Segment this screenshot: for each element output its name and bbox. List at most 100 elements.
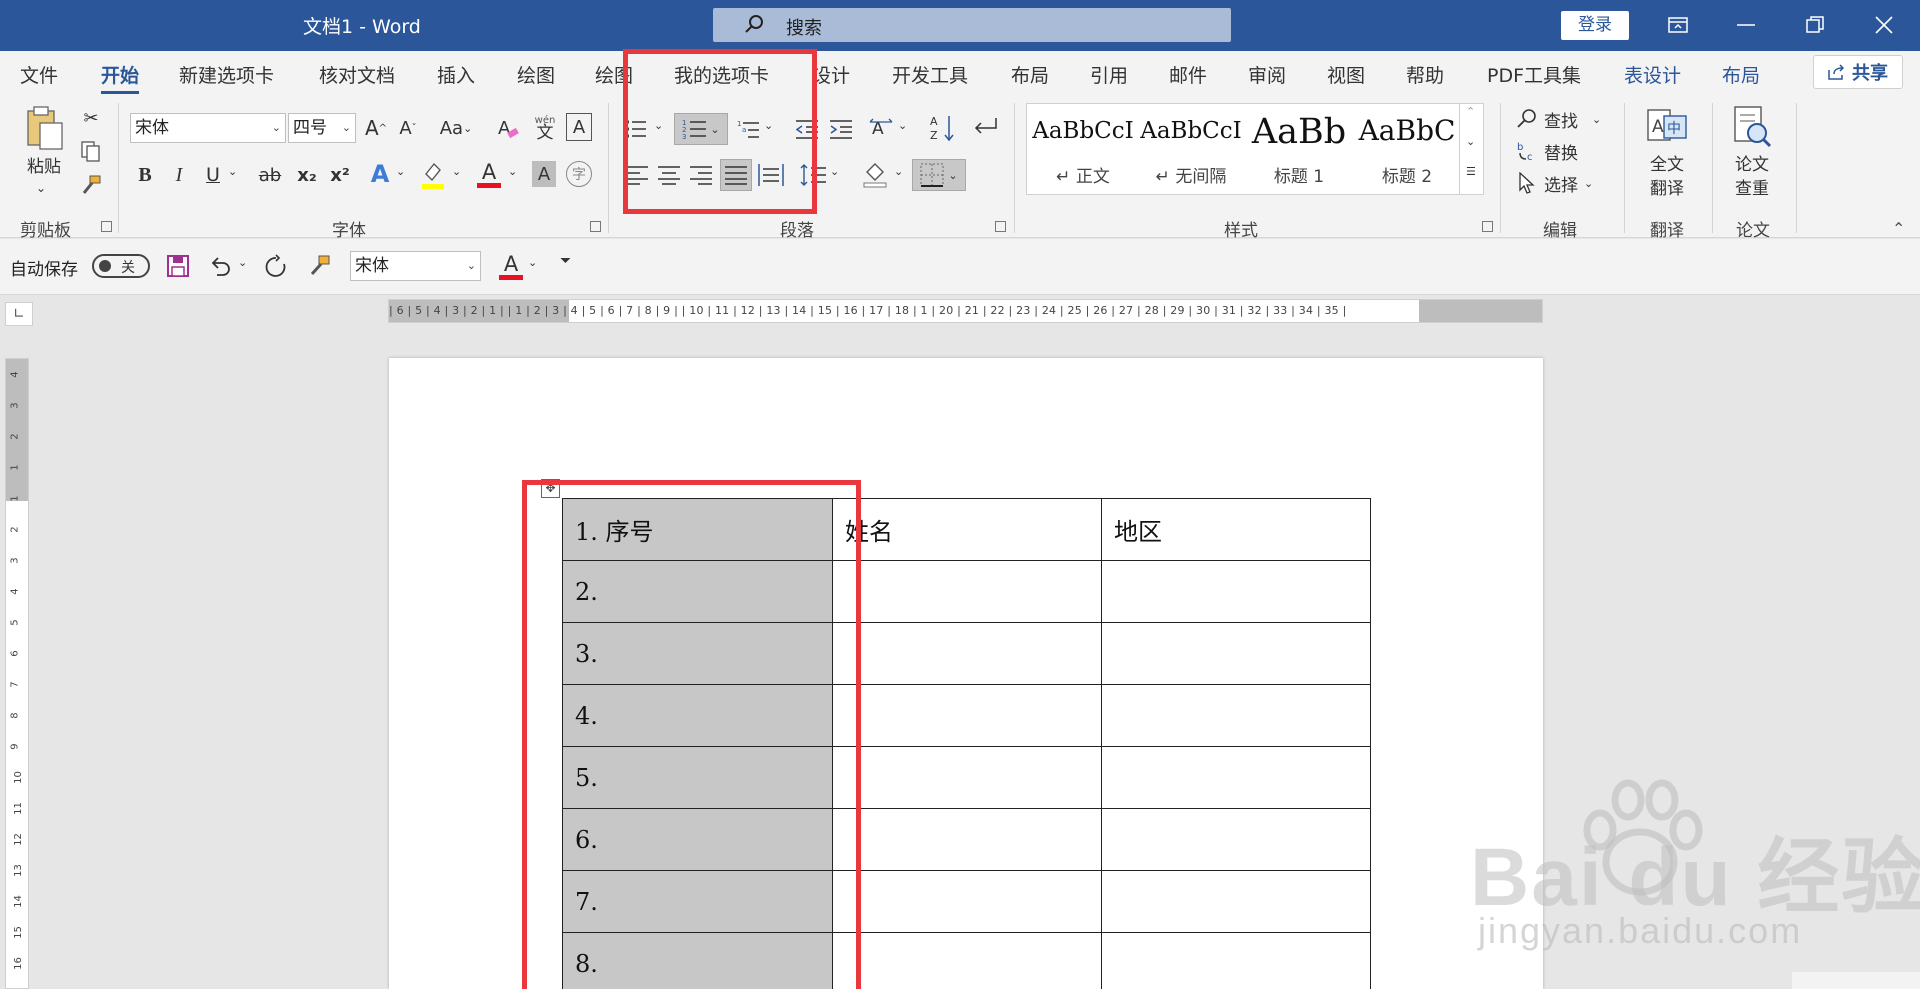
table-cell[interactable] xyxy=(1101,622,1371,685)
table-cell[interactable]: 5. xyxy=(562,746,833,809)
subscript-button[interactable]: x₂ xyxy=(293,161,321,189)
chevron-down-icon[interactable]: ⌄ xyxy=(830,165,839,178)
tab-draw-2[interactable]: 绘图 xyxy=(595,61,633,88)
chevron-up-icon[interactable]: ⌃ xyxy=(1466,105,1475,118)
table-cell[interactable]: 3. xyxy=(562,622,833,685)
close-icon[interactable] xyxy=(1866,8,1902,42)
align-center-icon[interactable] xyxy=(656,161,682,189)
clipboard-launcher-icon[interactable] xyxy=(101,221,112,232)
paste-dropdown-icon[interactable]: ⌄ xyxy=(36,181,46,195)
chevron-down-icon[interactable]: ⌄ xyxy=(898,119,907,132)
table-cell[interactable]: 7. xyxy=(562,870,833,933)
clear-format-icon[interactable]: A xyxy=(494,113,522,143)
table-cell[interactable] xyxy=(832,808,1102,871)
tab-layout[interactable]: 布局 xyxy=(1011,61,1049,88)
table-cell[interactable]: 4. xyxy=(562,684,833,747)
underline-button[interactable]: U xyxy=(200,161,226,189)
table-cell[interactable] xyxy=(1101,870,1371,933)
strikethrough-button[interactable]: ab xyxy=(255,161,285,189)
paper-check-icon[interactable] xyxy=(1730,105,1774,149)
sort-icon[interactable]: AZ xyxy=(928,113,958,143)
table-cell[interactable] xyxy=(832,870,1102,933)
tab-view[interactable]: 视图 xyxy=(1327,61,1365,88)
chevron-down-icon[interactable]: ⌄ xyxy=(238,256,247,269)
shrink-font-icon[interactable]: Aˇ xyxy=(394,113,422,143)
character-shading-icon[interactable]: A xyxy=(532,161,556,187)
login-button[interactable]: 登录 xyxy=(1561,11,1629,40)
qat-font-color-icon[interactable]: A xyxy=(496,249,526,283)
table-cell[interactable] xyxy=(832,560,1102,623)
more-styles-icon[interactable]: ☰ xyxy=(1466,165,1476,178)
tab-new-tab[interactable]: 新建选项卡 xyxy=(179,61,274,88)
multilevel-list-icon[interactable]: 1a xyxy=(734,115,764,143)
full-text-label[interactable]: 全文 xyxy=(1643,153,1691,177)
horizontal-ruler[interactable]: | 6 | 5 | 4 | 3 | 2 | 1 | | 1 | 2 | 3 | … xyxy=(388,299,1543,323)
table-cell[interactable]: 2. xyxy=(562,560,833,623)
enclose-characters-icon[interactable]: 字 xyxy=(566,161,592,187)
table-cell[interactable] xyxy=(832,622,1102,685)
table-cell[interactable]: 地区 xyxy=(1101,498,1371,561)
table-cell[interactable] xyxy=(1101,932,1371,989)
numbering-button[interactable]: 123 ⌄ xyxy=(674,113,728,145)
table-cell[interactable]: 6. xyxy=(562,808,833,871)
paper-label[interactable]: 论文 xyxy=(1728,153,1776,177)
find-button[interactable]: 查找 ⌄ xyxy=(1516,105,1601,133)
table-cell[interactable] xyxy=(1101,684,1371,747)
shading-icon[interactable] xyxy=(860,159,890,189)
full-text-translate-icon[interactable]: A中 xyxy=(1645,105,1689,149)
chevron-down-icon[interactable]: ⌄ xyxy=(764,119,773,132)
align-left-icon[interactable] xyxy=(624,161,650,189)
change-case-button[interactable]: Aa ⌄ xyxy=(434,113,478,143)
tab-design[interactable]: 设计 xyxy=(812,61,850,88)
superscript-button[interactable]: x² xyxy=(326,161,354,189)
tab-my-tab[interactable]: 我的选项卡 xyxy=(674,61,769,88)
copy-icon[interactable] xyxy=(78,139,104,165)
chevron-down-icon[interactable]: ⌄ xyxy=(452,165,461,178)
show-hide-marks-icon[interactable] xyxy=(970,113,1000,143)
tab-review[interactable]: 审阅 xyxy=(1248,61,1286,88)
tab-insert[interactable]: 插入 xyxy=(437,61,475,88)
table-cell[interactable] xyxy=(1101,808,1371,871)
chevron-down-icon[interactable]: ⌄ xyxy=(894,165,903,178)
format-painter-icon[interactable] xyxy=(78,173,104,199)
style-heading-1[interactable]: AaBb 标题 1 xyxy=(1245,104,1353,194)
style-heading-2[interactable]: AaBbC 标题 2 xyxy=(1353,104,1459,194)
tab-table-layout[interactable]: 布局 xyxy=(1722,61,1760,88)
table-cell[interactable] xyxy=(832,746,1102,809)
format-painter-icon[interactable] xyxy=(306,252,334,280)
borders-button[interactable]: ⌄ xyxy=(912,159,966,191)
tab-pdf-tools[interactable]: PDF工具集 xyxy=(1487,61,1581,88)
tab-selector[interactable]: ∟ xyxy=(5,302,33,326)
styles-launcher-icon[interactable] xyxy=(1482,221,1493,232)
tab-check-document[interactable]: 核对文档 xyxy=(319,61,395,88)
select-button[interactable]: 选择 ⌄ xyxy=(1516,169,1593,197)
share-button[interactable]: 共享 xyxy=(1813,55,1903,89)
style-normal[interactable]: AaBbCcI ↵ 正文 xyxy=(1029,104,1137,194)
restore-icon[interactable] xyxy=(1797,8,1833,42)
style-no-spacing[interactable]: AaBbCcI ↵ 无间隔 xyxy=(1137,104,1245,194)
table-cell[interactable] xyxy=(1101,560,1371,623)
paste-label[interactable]: 粘贴 xyxy=(22,155,66,179)
cut-icon[interactable]: ✂ xyxy=(78,105,104,131)
paragraph-launcher-icon[interactable] xyxy=(995,221,1006,232)
translate-label[interactable]: 翻译 xyxy=(1643,177,1691,201)
font-name-combo[interactable]: 宋体 ⌄ xyxy=(130,113,286,143)
chevron-down-icon[interactable]: ⌄ xyxy=(396,165,405,178)
tab-mailings[interactable]: 邮件 xyxy=(1169,61,1207,88)
grow-font-icon[interactable]: A ^ xyxy=(362,113,390,143)
save-icon[interactable] xyxy=(164,252,192,280)
tab-file[interactable]: 文件 xyxy=(20,61,58,88)
qat-font-combo[interactable]: 宋体 ⌄ xyxy=(350,251,481,281)
undo-icon[interactable] xyxy=(206,252,234,280)
distributed-icon[interactable] xyxy=(756,161,786,189)
tab-draw[interactable]: 绘图 xyxy=(517,61,555,88)
highlight-icon[interactable] xyxy=(418,159,448,191)
character-border-icon[interactable]: A xyxy=(566,113,592,141)
font-color-icon[interactable]: A xyxy=(474,157,504,191)
text-effects-icon[interactable]: A xyxy=(366,159,394,189)
asian-layout-icon[interactable]: A xyxy=(866,115,896,143)
minimize-icon[interactable] xyxy=(1728,8,1764,42)
autosave-toggle[interactable]: 关 xyxy=(92,254,150,278)
vertical-ruler[interactable]: 4 3 2 1 1 2 3 4 5 6 7 8 9 10 11 12 13 14 15 16 xyxy=(5,358,29,989)
italic-button[interactable]: I xyxy=(166,161,192,189)
